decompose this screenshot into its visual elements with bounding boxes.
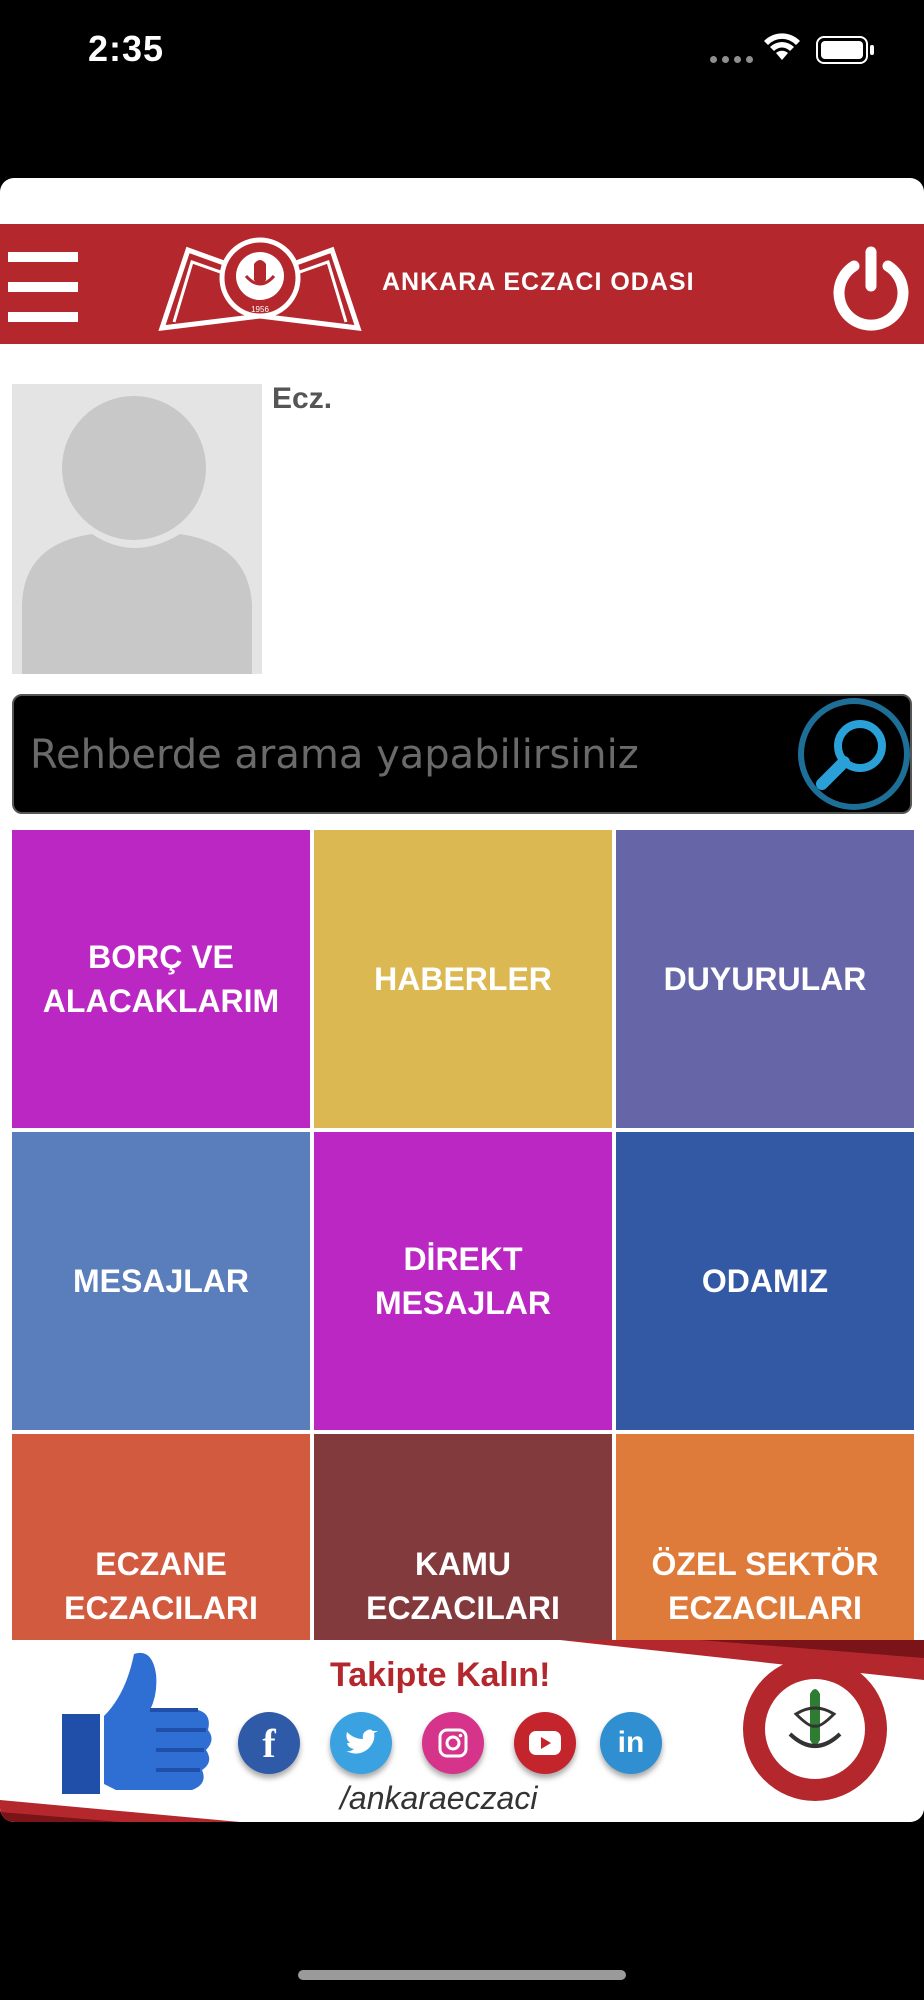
- status-time: 2:35: [88, 28, 165, 69]
- facebook-icon[interactable]: f: [238, 1712, 300, 1774]
- chamber-logo-icon: 1956: [158, 237, 362, 331]
- thumbs-up-icon: [62, 1652, 212, 1794]
- signal-icon: [710, 56, 753, 63]
- tile-odamiz[interactable]: ODAMIZ: [616, 1132, 914, 1430]
- social-handle: /ankaraeczaci: [340, 1780, 538, 1816]
- chamber-seal-icon: [743, 1657, 887, 1801]
- home-indicator[interactable]: [298, 1970, 626, 1980]
- logo-year: 1956: [251, 305, 269, 314]
- avatar: [12, 384, 262, 674]
- tile-borc-ve-alacaklarim[interactable]: BORÇ VE ALACAKLARIM: [12, 830, 310, 1128]
- power-logout-icon[interactable]: [828, 246, 914, 332]
- menu-grid: BORÇ VE ALACAKLARIM HABERLER DUYURULAR M…: [12, 830, 914, 1644]
- tile-haberler[interactable]: HABERLER: [314, 830, 612, 1128]
- search-bar: [12, 694, 912, 814]
- youtube-icon[interactable]: [514, 1712, 576, 1774]
- status-bar: 2:35: [0, 0, 924, 100]
- search-icon[interactable]: [796, 696, 912, 812]
- tile-kamu-eczacilari[interactable]: KAMU ECZACILARI: [314, 1434, 612, 1640]
- org-name: ANKARA ECZACI ODASI: [382, 268, 695, 296]
- twitter-icon[interactable]: [330, 1712, 392, 1774]
- tile-mesajlar[interactable]: MESAJLAR: [12, 1132, 310, 1430]
- avatar-placeholder-icon: [12, 384, 262, 674]
- social-banner[interactable]: Takipte Kalın! f in /ankaraeczaci: [0, 1640, 924, 1822]
- search-input[interactable]: [28, 724, 792, 786]
- tile-direkt-mesajlar[interactable]: DİREKT MESAJLAR: [314, 1132, 612, 1430]
- user-name: Ecz.: [272, 382, 333, 415]
- app-header: 1956 ANKARA ECZACI ODASI: [0, 224, 924, 344]
- instagram-icon[interactable]: [422, 1712, 484, 1774]
- wifi-icon: [764, 33, 800, 60]
- battery-icon: [816, 36, 874, 64]
- linkedin-icon[interactable]: in: [600, 1712, 662, 1774]
- hamburger-menu-icon[interactable]: [8, 252, 78, 322]
- app-container: 1956 ANKARA ECZACI ODASI Ecz. BORÇ VE AL…: [0, 178, 924, 1822]
- follow-title: Takipte Kalın!: [330, 1656, 551, 1694]
- tile-duyurular[interactable]: DUYURULAR: [616, 830, 914, 1128]
- tile-eczane-eczacilari[interactable]: ECZANE ECZACILARI: [12, 1434, 310, 1640]
- tile-ozel-sektor-eczacilari[interactable]: ÖZEL SEKTÖR ECZACILARI: [616, 1434, 914, 1640]
